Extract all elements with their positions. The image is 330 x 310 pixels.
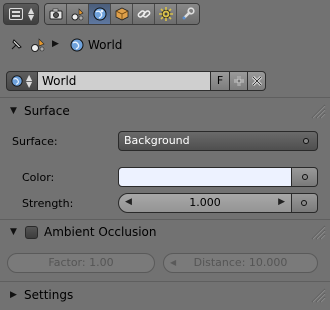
ao-enable-checkbox[interactable]: [25, 226, 38, 239]
color-swatch[interactable]: [118, 167, 292, 187]
unlink-world-button[interactable]: [248, 71, 266, 91]
world-icon: [11, 75, 23, 87]
settings-panel-header[interactable]: ▶ Settings: [0, 283, 330, 307]
strength-slider[interactable]: ◀ 1.000 ▶: [118, 193, 292, 213]
divider: [0, 281, 330, 282]
scene-icon: [31, 38, 45, 52]
panel-grip-icon[interactable]: [308, 101, 326, 119]
close-icon: [251, 76, 262, 86]
gear-icon: [158, 7, 173, 21]
camera-icon: [49, 8, 62, 20]
color-socket-button[interactable]: [292, 167, 318, 187]
browse-world-button[interactable]: ▲ ▼: [6, 71, 38, 91]
color-field: [118, 167, 318, 187]
increment-arrow-icon[interactable]: ▶: [278, 197, 285, 207]
settings-panel-title: Settings: [24, 288, 74, 302]
plus-icon: [233, 76, 244, 86]
strength-value: 1.000: [189, 196, 221, 209]
ao-distance-text: Distance: 10.000: [193, 256, 288, 269]
fake-user-button[interactable]: F: [210, 71, 230, 91]
ao-panel-title: Ambient Occlusion: [44, 225, 157, 239]
pin-icon[interactable]: [8, 37, 24, 53]
up-down-arrows-icon: ▲ ▼: [26, 73, 33, 89]
tab-physics[interactable]: [177, 4, 199, 24]
ao-factor-text: Factor: 1.00: [48, 256, 114, 269]
tab-particles[interactable]: [155, 4, 177, 24]
new-world-button[interactable]: [230, 71, 248, 91]
panel-grip-icon[interactable]: [308, 222, 326, 240]
cube-icon: [115, 7, 128, 21]
context-tabs: [44, 3, 200, 25]
tab-object[interactable]: [111, 4, 133, 24]
strength-socket-button[interactable]: [292, 193, 318, 213]
divider: [0, 97, 330, 98]
scene-icon: [71, 8, 84, 21]
surface-shader-menu[interactable]: Background: [118, 131, 318, 151]
color-label: Color:: [22, 171, 55, 184]
ao-factor-field[interactable]: Factor: 1.00: [7, 253, 155, 273]
surface-shader-value: Background: [124, 134, 190, 147]
properties-header: ▲ ▼: [0, 0, 330, 30]
surface-panel-title: Surface: [24, 104, 70, 118]
world-icon: [93, 7, 106, 21]
breadcrumb-arrow-icon: ▶: [52, 39, 59, 49]
editor-type-menu[interactable]: ▲ ▼: [3, 3, 39, 25]
wrench-icon: [182, 7, 195, 20]
tab-world[interactable]: [89, 4, 111, 24]
expanded-triangle-icon: ▼: [10, 106, 17, 116]
surface-panel-header[interactable]: ▼ Surface: [0, 99, 330, 123]
up-down-arrows-icon: ▲ ▼: [28, 6, 35, 22]
ao-distance-field[interactable]: ◀ Distance: 10.000: [163, 253, 318, 273]
collapsed-triangle-icon: ▶: [10, 290, 17, 300]
node-socket-icon: [301, 200, 307, 206]
world-datablock-selector: ▲ ▼ World F: [6, 71, 266, 91]
decrement-arrow-icon: ◀: [170, 258, 177, 267]
chain-icon: [137, 10, 150, 18]
panel-grip-icon[interactable]: [308, 285, 326, 303]
node-socket-icon: [303, 138, 309, 144]
expanded-triangle-icon: ▼: [10, 227, 17, 237]
node-socket-icon: [302, 174, 308, 180]
properties-editor-icon: [9, 8, 23, 20]
tab-render[interactable]: [45, 4, 67, 24]
world-name-field[interactable]: World: [38, 71, 210, 91]
tab-constraints[interactable]: [133, 4, 155, 24]
breadcrumb-world-label: World: [88, 38, 123, 52]
surface-label: Surface:: [12, 135, 58, 148]
context-path: ▶ World: [0, 30, 330, 60]
world-icon: [70, 38, 84, 52]
tab-scene[interactable]: [67, 4, 89, 24]
strength-label: Strength:: [22, 197, 74, 210]
strength-field: ◀ 1.000 ▶: [118, 193, 318, 213]
